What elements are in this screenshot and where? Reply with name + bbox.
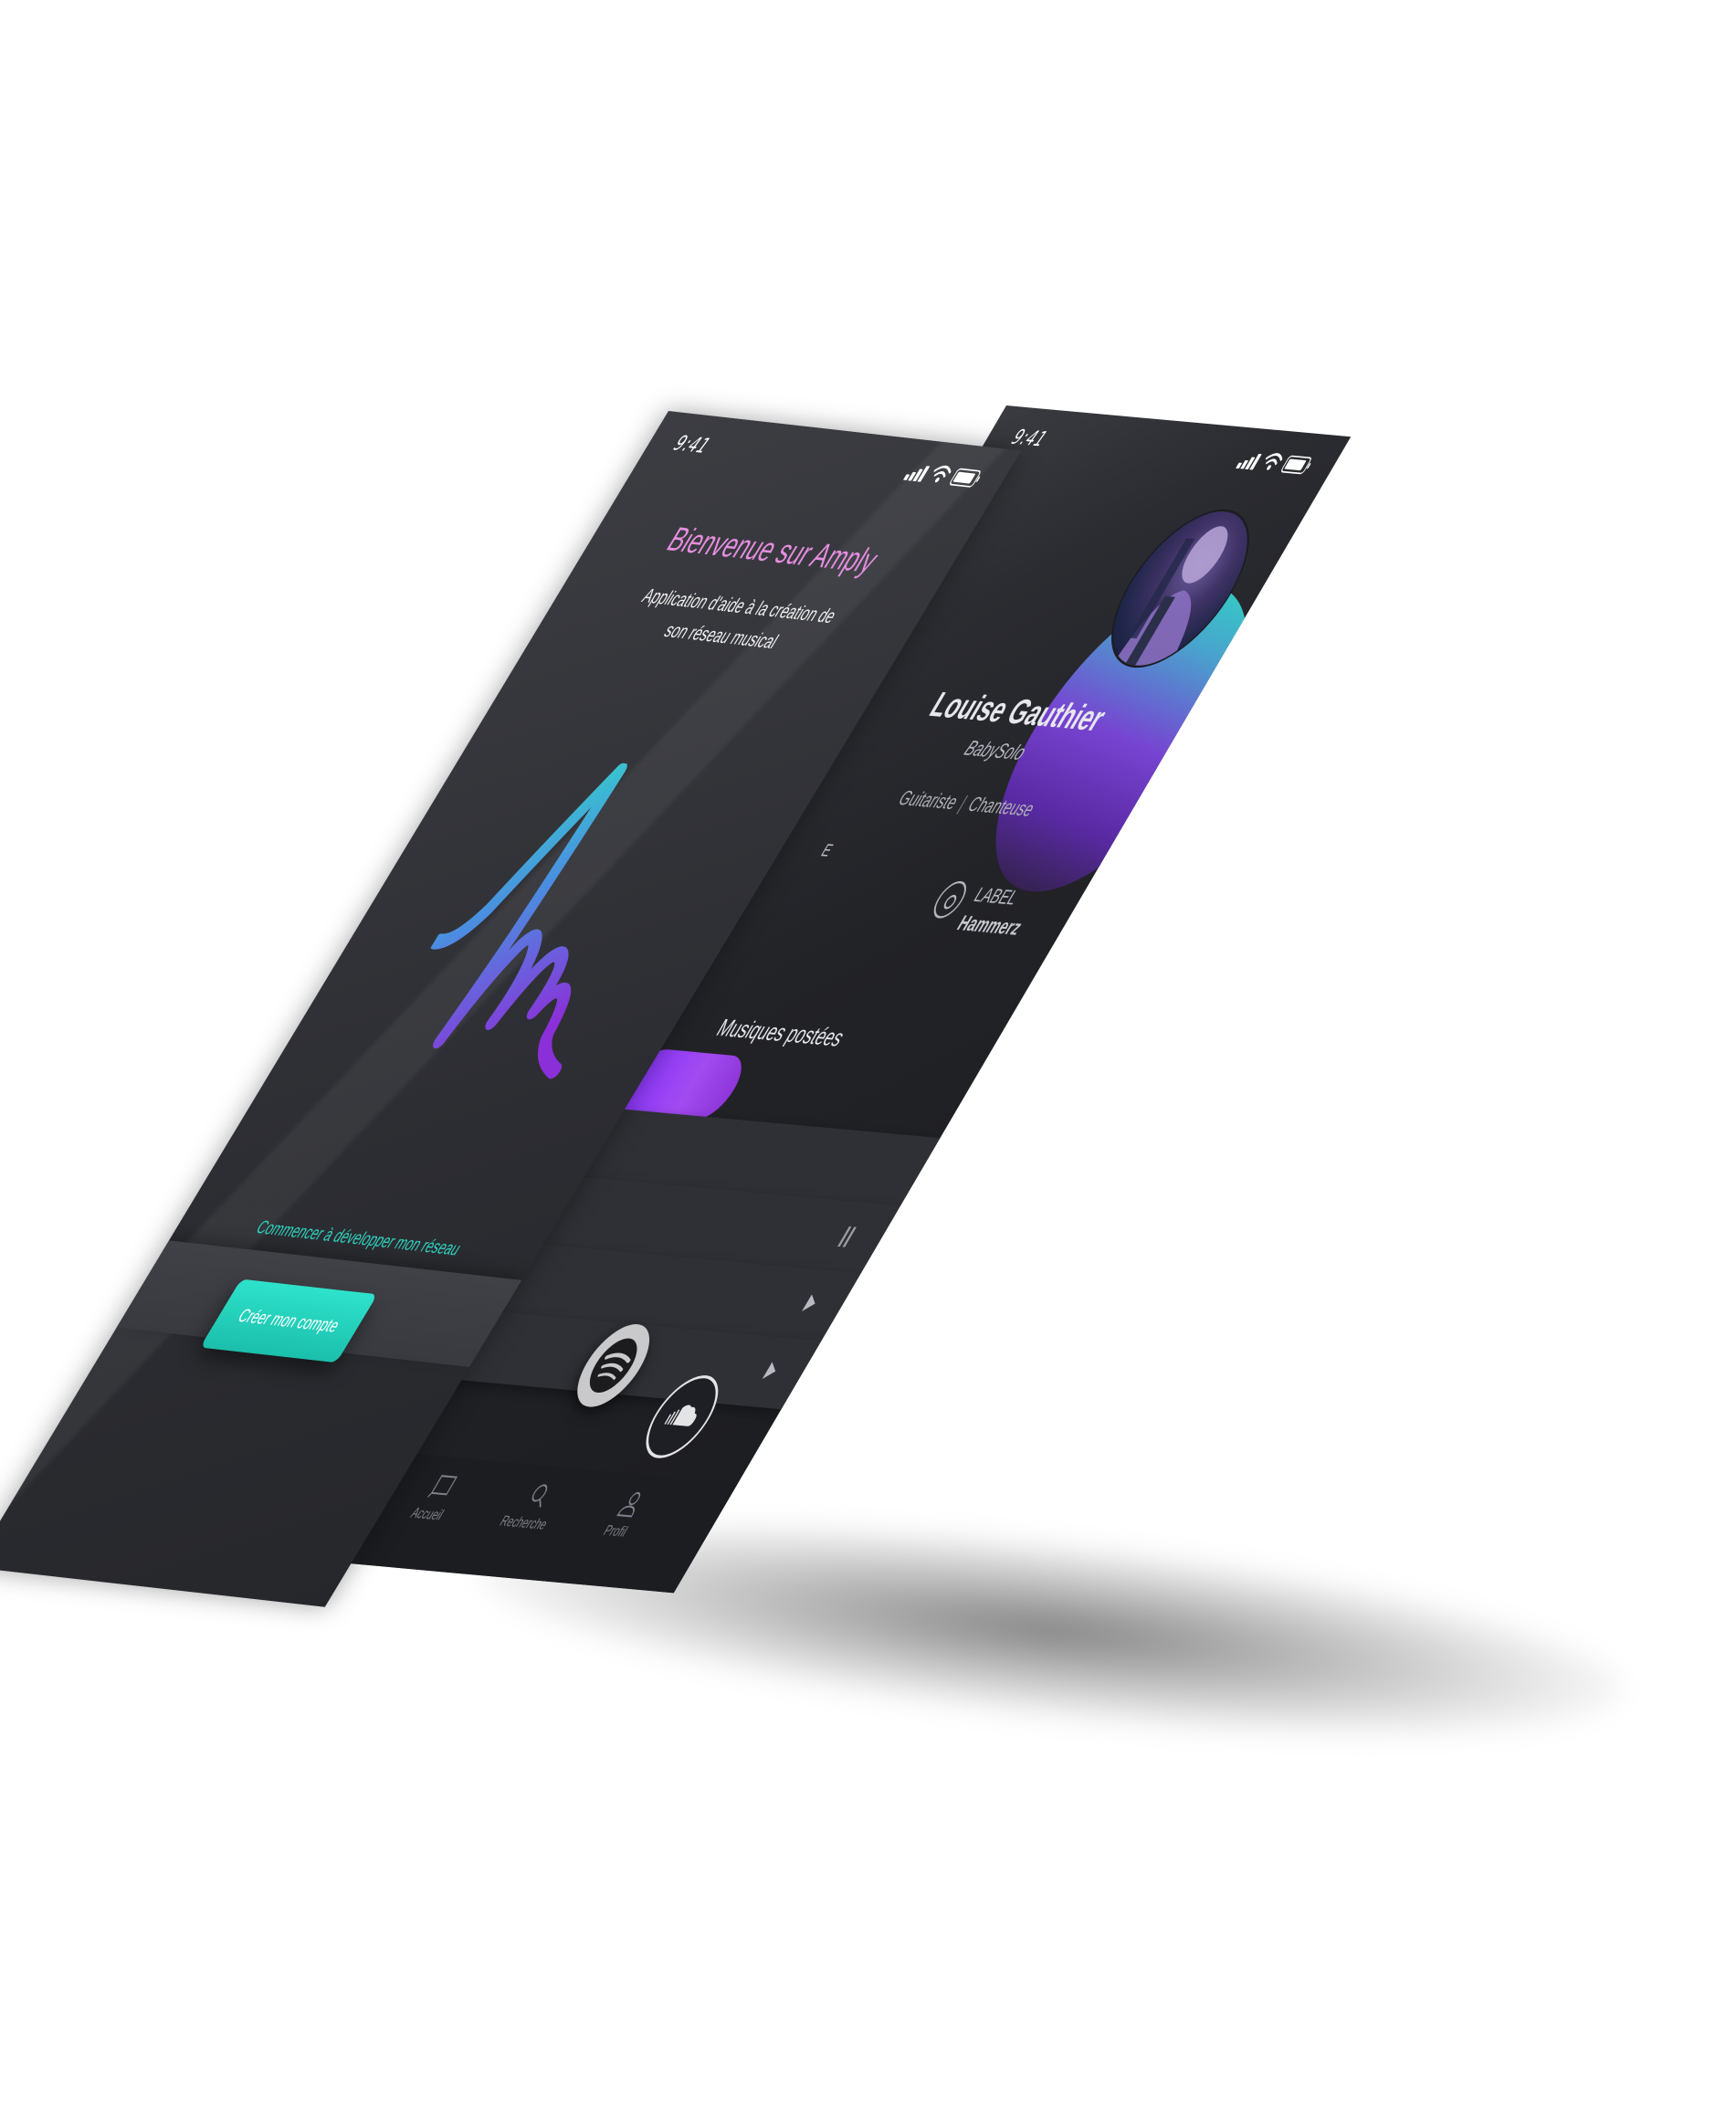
tab-label: Recherche bbox=[496, 1513, 551, 1533]
search-icon bbox=[531, 1484, 548, 1508]
welcome-title: Bienvenue sur Amply bbox=[660, 520, 887, 580]
role-item: Guitariste bbox=[894, 786, 963, 814]
play-icon[interactable] bbox=[802, 1294, 821, 1312]
profile-icon bbox=[616, 1491, 641, 1518]
tab-label: Profil bbox=[600, 1522, 631, 1541]
status-icons bbox=[1235, 450, 1320, 477]
battery-icon bbox=[1279, 455, 1313, 475]
tab-profile[interactable]: Profil bbox=[576, 1487, 675, 1543]
status-time: 9:41 bbox=[1007, 425, 1052, 451]
avatar[interactable] bbox=[1082, 504, 1278, 673]
status-icons bbox=[902, 461, 990, 489]
battery-icon bbox=[948, 468, 983, 489]
label-value: Hammerz bbox=[952, 911, 1026, 941]
welcome-subtitle: Application d'aide à la création de son … bbox=[637, 584, 841, 653]
tab-search[interactable]: Recherche bbox=[484, 1478, 583, 1534]
section-label: E bbox=[817, 840, 836, 861]
play-icon[interactable] bbox=[762, 1362, 781, 1380]
tracks-heading: Musiques postées bbox=[711, 1014, 850, 1052]
mockup-stage: 9:41 Louise Gauthier BabySolo Guitariste… bbox=[0, 0, 1736, 2115]
home-icon bbox=[426, 1475, 458, 1498]
artist-photo bbox=[1112, 526, 1228, 668]
pause-icon[interactable] bbox=[836, 1226, 860, 1247]
status-time: 9:41 bbox=[669, 430, 715, 458]
role-item: Chanteuse bbox=[963, 793, 1039, 821]
label-title: LABEL bbox=[970, 883, 1024, 910]
tab-label: Accueil bbox=[407, 1505, 447, 1524]
